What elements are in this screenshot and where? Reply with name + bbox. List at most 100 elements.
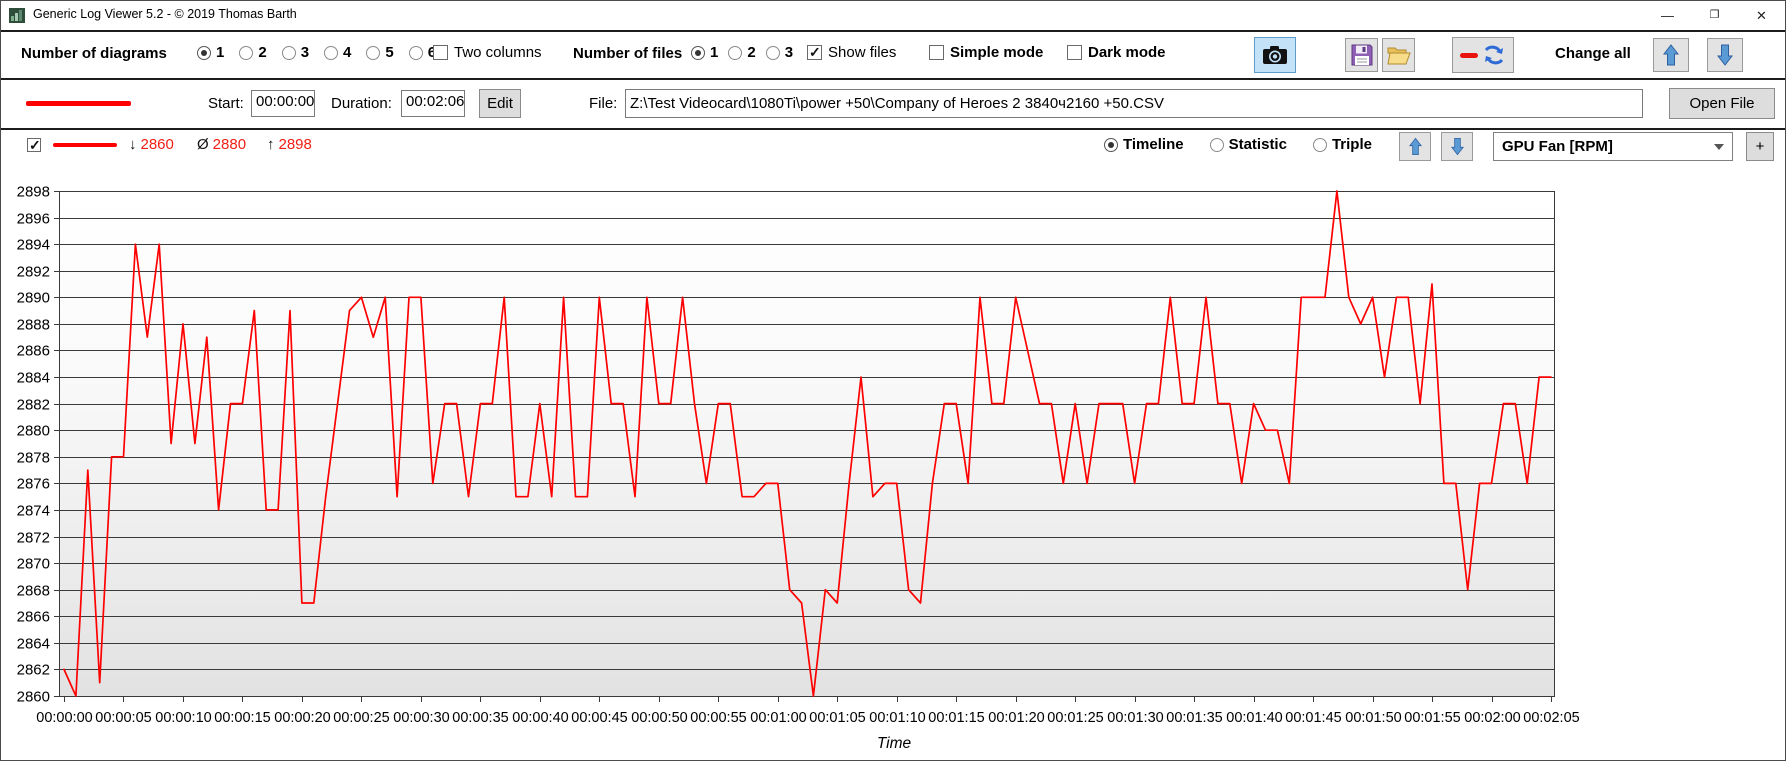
radio-view-timeline[interactable]: Timeline <box>1104 136 1184 153</box>
two-columns-checkbox[interactable]: Two columns <box>433 44 542 61</box>
min-stat: ↓ 2860 <box>129 136 174 153</box>
radio-files-1[interactable]: 1 <box>691 44 718 61</box>
x-axis-title: Time <box>877 735 912 752</box>
close-button[interactable]: ✕ <box>1738 1 1785 30</box>
svg-text:2860: 2860 <box>17 689 50 706</box>
svg-text:00:00:15: 00:00:15 <box>214 710 270 726</box>
checkbox-icon[interactable] <box>807 44 822 61</box>
svg-text:00:00:45: 00:00:45 <box>571 710 627 726</box>
line-refresh-icon <box>1460 45 1504 65</box>
main-toolbar: Number of diagrams 1 2 3 4 56 Two columns Nu… <box>1 32 1785 78</box>
title-bar: Generic Log Viewer 5.2 - © 2019 Thomas B… <box>1 1 1785 30</box>
change-all-up-button[interactable] <box>1653 38 1689 72</box>
radio-files-2[interactable]: 2 <box>728 44 756 61</box>
open-folder-button[interactable] <box>1382 38 1415 72</box>
radio-label: Triple <box>1331 136 1372 153</box>
radio-icon[interactable] <box>1104 137 1118 152</box>
move-diagram-down-button[interactable] <box>1441 132 1473 161</box>
radio-files-3[interactable]: 3 <box>765 44 793 61</box>
open-file-button[interactable]: Open File <box>1669 88 1775 119</box>
chart-header: ↓2860 Ø2880 ↑2898 Timeline Statistic Tripl… <box>1 130 1785 164</box>
radio-diagrams-2[interactable]: 2 <box>239 44 267 61</box>
svg-text:2896: 2896 <box>17 211 50 228</box>
radio-icon[interactable] <box>197 45 211 60</box>
radio-icon[interactable] <box>324 45 339 60</box>
radio-icon[interactable] <box>1209 137 1224 152</box>
svg-text:00:01:05: 00:01:05 <box>809 710 865 726</box>
radio-icon[interactable] <box>691 45 705 60</box>
two-columns-label: Two columns <box>454 44 542 61</box>
radio-view-statistic[interactable]: Statistic <box>1209 136 1287 153</box>
svg-text:00:01:20: 00:01:20 <box>988 710 1044 726</box>
max-stat: ↑ 2898 <box>267 136 312 153</box>
svg-text:00:00:10: 00:00:10 <box>155 710 211 726</box>
view-mode-radios: Timeline Statistic Triple <box>1104 136 1398 157</box>
avg-stat: Ø 2880 <box>197 136 246 153</box>
radio-label: 3 <box>300 44 310 61</box>
save-button[interactable] <box>1345 38 1378 72</box>
reset-colors-button[interactable] <box>1452 37 1514 73</box>
radio-label: 2 <box>258 44 267 61</box>
svg-text:00:01:10: 00:01:10 <box>869 710 925 726</box>
change-all-down-button[interactable] <box>1707 38 1743 72</box>
file-bar: Start: 00:00:00 Duration: 00:02:06 Edit … <box>1 80 1785 128</box>
start-time-field[interactable]: 00:00:00 <box>251 90 315 117</box>
radio-diagrams-4[interactable]: 4 <box>324 44 351 61</box>
dark-mode-label: Dark mode <box>1088 44 1166 61</box>
series-select[interactable]: GPU Fan [RPM] <box>1493 132 1733 161</box>
start-label: Start: <box>208 95 244 112</box>
max-value: 2898 <box>278 136 312 153</box>
svg-text:00:02:05: 00:02:05 <box>1523 710 1579 726</box>
radio-icon[interactable] <box>366 45 381 60</box>
checkbox-icon[interactable] <box>433 45 448 60</box>
dark-mode-checkbox[interactable]: Dark mode <box>1067 44 1166 61</box>
svg-text:2870: 2870 <box>17 556 50 573</box>
svg-text:2884: 2884 <box>17 370 50 387</box>
show-files-label: Show files <box>828 44 897 61</box>
simple-mode-checkbox[interactable]: Simple mode <box>929 44 1043 61</box>
radio-diagrams-1[interactable]: 1 <box>197 44 224 61</box>
maximize-button[interactable]: ❐ <box>1691 1 1738 30</box>
add-series-button[interactable]: + <box>1746 132 1774 161</box>
radio-icon[interactable] <box>408 45 423 60</box>
svg-text:00:01:45: 00:01:45 <box>1285 710 1341 726</box>
checkbox-icon[interactable] <box>929 45 944 60</box>
folder-icon <box>1386 47 1411 65</box>
checkbox-icon[interactable] <box>1067 45 1082 60</box>
show-files-checkbox[interactable]: Show files <box>807 44 896 61</box>
duration-field[interactable]: 00:02:06 <box>401 90 465 117</box>
arrow-up-icon <box>1408 137 1422 156</box>
svg-text:2878: 2878 <box>17 450 50 467</box>
radio-label: 1 <box>216 44 225 61</box>
svg-text:2886: 2886 <box>17 343 50 360</box>
average-symbol-icon: Ø <box>197 136 209 153</box>
radio-icon[interactable] <box>765 45 780 60</box>
radio-icon[interactable] <box>281 45 296 60</box>
svg-text:00:00:00: 00:00:00 <box>36 710 92 726</box>
window-title: Generic Log Viewer 5.2 - © 2019 Thomas B… <box>33 7 297 21</box>
chart-canvas: 2860 2862 2864 2866 2868 2870 2872 2874 2876 2878… <box>17 184 1580 753</box>
svg-text:00:02:00: 00:02:00 <box>1464 710 1520 726</box>
series-color-swatch <box>26 101 131 106</box>
radio-icon[interactable] <box>239 45 254 60</box>
radio-diagrams-5[interactable]: 5 <box>366 44 394 61</box>
svg-text:2880: 2880 <box>17 423 50 440</box>
svg-text:00:01:00: 00:01:00 <box>750 710 806 726</box>
svg-text:2898: 2898 <box>17 184 50 201</box>
move-diagram-up-button[interactable] <box>1399 132 1431 161</box>
edit-button[interactable]: Edit <box>479 89 521 118</box>
series-visible-checkbox[interactable] <box>27 137 41 154</box>
screenshot-button[interactable] <box>1254 37 1296 73</box>
radio-icon[interactable] <box>1312 137 1327 152</box>
radio-icon[interactable] <box>728 45 743 60</box>
svg-text:2892: 2892 <box>17 264 50 281</box>
minimize-button[interactable]: — <box>1644 1 1691 30</box>
radio-diagrams-3[interactable]: 3 <box>281 44 310 61</box>
svg-text:00:00:30: 00:00:30 <box>393 710 449 726</box>
radio-diagrams-6[interactable]: 6 <box>408 44 436 61</box>
avg-value: 2880 <box>212 136 247 153</box>
radio-view-triple[interactable]: Triple <box>1312 136 1372 153</box>
svg-text:00:00:40: 00:00:40 <box>512 710 568 726</box>
file-path-field[interactable]: Z:\Test Videocard\1080Ti\power +50\Compa… <box>625 89 1643 118</box>
svg-text:00:01:35: 00:01:35 <box>1166 710 1222 726</box>
